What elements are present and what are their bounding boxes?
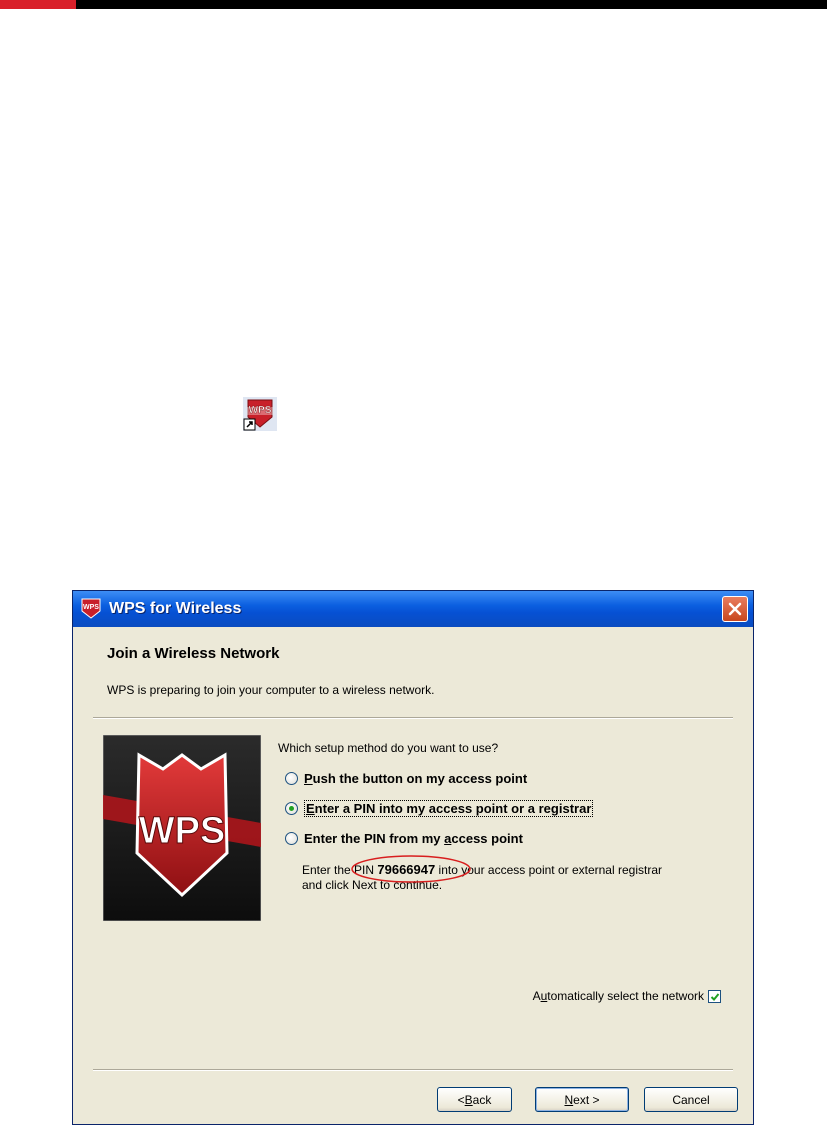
checkmark-icon <box>710 992 720 1001</box>
pin-highlight-circle <box>351 855 471 883</box>
wps-logo-image: WPS <box>102 734 262 922</box>
page-header-bar <box>0 0 827 9</box>
wps-logo-text: WPS <box>139 810 226 852</box>
option-push-button-label: Push the button on my access point <box>304 770 528 786</box>
close-icon <box>728 602 742 616</box>
wps-app-icon: WPS <box>80 597 102 619</box>
cancel-button[interactable]: Cancel <box>644 1087 738 1112</box>
auto-select-network[interactable]: Automatically select the network <box>533 989 721 1003</box>
radio-pin-from-ap[interactable] <box>285 831 298 845</box>
wps-shortcut-icon[interactable]: WPS <box>243 397 277 431</box>
option-enter-pin-into-ap[interactable]: Enter a PIN into my access point or a re… <box>285 799 594 817</box>
wizard-header: Join a Wireless Network WPS is preparing… <box>73 627 753 717</box>
option-enter-pin-into-ap-label: Enter a PIN into my access point or a re… <box>304 799 594 817</box>
footer-divider <box>93 1069 733 1071</box>
back-button[interactable]: < Back <box>437 1087 512 1112</box>
auto-select-checkbox[interactable] <box>708 989 721 1003</box>
radio-push-button[interactable] <box>285 771 298 785</box>
wizard-subtitle: WPS is preparing to join your computer t… <box>107 683 435 697</box>
wizard-title: Join a Wireless Network <box>107 645 280 662</box>
header-divider <box>93 717 733 719</box>
window-title: WPS for Wireless <box>109 600 242 617</box>
wps-dialog-window: WPS WPS for Wireless Join a Wireless Net… <box>72 590 754 1125</box>
setup-question: Which setup method do you want to use? <box>278 741 499 755</box>
next-button[interactable]: Next > <box>535 1087 629 1112</box>
svg-text:WPS: WPS <box>83 604 99 611</box>
option-pin-from-ap-label: Enter the PIN from my access point <box>304 830 523 846</box>
page-header-accent <box>0 0 76 9</box>
window-titlebar[interactable]: WPS WPS for Wireless <box>73 591 753 627</box>
shortcut-icon-text: WPS <box>249 405 272 416</box>
close-button[interactable] <box>722 596 748 622</box>
radio-enter-pin-into-ap[interactable] <box>285 801 298 815</box>
option-push-button[interactable]: Push the button on my access point <box>285 769 527 787</box>
option-pin-from-ap[interactable]: Enter the PIN from my access point <box>285 829 523 847</box>
auto-select-label: Automatically select the network <box>532 989 704 1003</box>
